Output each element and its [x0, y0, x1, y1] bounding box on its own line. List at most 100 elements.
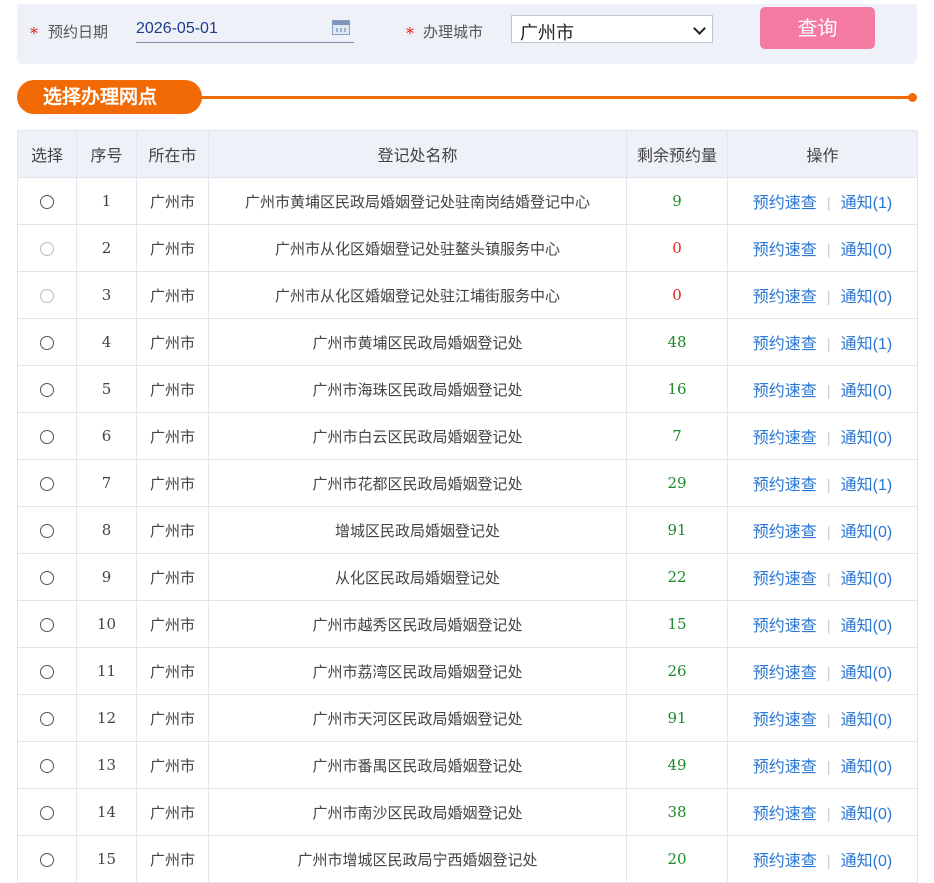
- row-city: 广州市: [136, 506, 209, 554]
- row-city: 广州市: [136, 788, 209, 836]
- date-input[interactable]: [136, 16, 354, 43]
- table-row[interactable]: 4 广州市 广州市黄埔区民政局婚姻登记处 48 预约速查 | 通知(1): [17, 318, 918, 366]
- quick-check-link[interactable]: 预约速查: [753, 759, 817, 776]
- row-remaining: 26: [626, 647, 728, 695]
- notify-link[interactable]: 通知(0): [841, 571, 893, 588]
- row-actions: 预约速查 | 通知(0): [727, 741, 918, 789]
- select-radio[interactable]: [40, 571, 54, 585]
- table-row[interactable]: 2 广州市 广州市从化区婚姻登记处驻鳌头镇服务中心 0 预约速查 | 通知(0): [17, 224, 918, 272]
- link-separator: |: [826, 806, 831, 823]
- notify-link[interactable]: 通知(1): [841, 195, 893, 212]
- row-actions: 预约速查 | 通知(0): [727, 600, 918, 648]
- notify-link[interactable]: 通知(0): [841, 289, 893, 306]
- table-row[interactable]: 11 广州市 广州市荔湾区民政局婚姻登记处 26 预约速查 | 通知(0): [17, 647, 918, 695]
- quick-check-link[interactable]: 预约速查: [753, 665, 817, 682]
- query-button[interactable]: 查询: [760, 7, 875, 49]
- notify-link[interactable]: 通知(0): [841, 759, 893, 776]
- quick-check-link[interactable]: 预约速查: [753, 571, 817, 588]
- row-actions: 预约速查 | 通知(0): [727, 365, 918, 413]
- table-row[interactable]: 7 广州市 广州市花都区民政局婚姻登记处 29 预约速查 | 通知(1): [17, 459, 918, 507]
- quick-check-link[interactable]: 预约速查: [753, 524, 817, 541]
- select-radio[interactable]: [40, 336, 54, 350]
- chevron-down-icon: [693, 22, 706, 35]
- notify-link[interactable]: 通知(0): [841, 524, 893, 541]
- select-cell: [17, 553, 77, 601]
- table-row[interactable]: 9 广州市 从化区民政局婚姻登记处 22 预约速查 | 通知(0): [17, 553, 918, 601]
- row-office-name: 增城区民政局婚姻登记处: [208, 506, 627, 554]
- table-header-row: 选择 序号 所在市 登记处名称 剩余预约量 操作: [17, 130, 918, 178]
- header-select: 选择: [17, 130, 77, 178]
- notify-link[interactable]: 通知(0): [841, 853, 893, 870]
- select-radio[interactable]: [40, 712, 54, 726]
- quick-check-link[interactable]: 预约速查: [753, 477, 817, 494]
- quick-check-link[interactable]: 预约速查: [753, 383, 817, 400]
- row-remaining: 91: [626, 506, 728, 554]
- row-office-name: 广州市黄埔区民政局婚姻登记处驻南岗结婚登记中心: [208, 177, 627, 225]
- row-number: 5: [76, 365, 137, 413]
- notify-link[interactable]: 通知(0): [841, 806, 893, 823]
- notify-link[interactable]: 通知(0): [841, 430, 893, 447]
- select-radio: [40, 242, 54, 256]
- row-actions: 预约速查 | 通知(0): [727, 835, 918, 883]
- row-remaining: 20: [626, 835, 728, 883]
- table-row[interactable]: 6 广州市 广州市白云区民政局婚姻登记处 7 预约速查 | 通知(0): [17, 412, 918, 460]
- table-row[interactable]: 8 广州市 增城区民政局婚姻登记处 91 预约速查 | 通知(0): [17, 506, 918, 554]
- calendar-icon[interactable]: [332, 20, 350, 35]
- select-radio[interactable]: [40, 195, 54, 209]
- notify-link[interactable]: 通知(0): [841, 712, 893, 729]
- office-table: 选择 序号 所在市 登记处名称 剩余预约量 操作 1 广州市 广州市黄埔区民政局婚姻…: [17, 130, 918, 883]
- quick-check-link[interactable]: 预约速查: [753, 712, 817, 729]
- table-row[interactable]: 15 广州市 广州市增城区民政局宁西婚姻登记处 20 预约速查 | 通知(0): [17, 835, 918, 883]
- notify-link[interactable]: 通知(1): [841, 477, 893, 494]
- quick-check-link[interactable]: 预约速查: [753, 618, 817, 635]
- row-number: 13: [76, 741, 137, 789]
- select-radio[interactable]: [40, 477, 54, 491]
- table-row[interactable]: 5 广州市 广州市海珠区民政局婚姻登记处 16 预约速查 | 通知(0): [17, 365, 918, 413]
- quick-check-link[interactable]: 预约速查: [753, 806, 817, 823]
- select-cell: [17, 271, 77, 319]
- select-radio[interactable]: [40, 430, 54, 444]
- row-remaining: 22: [626, 553, 728, 601]
- link-separator: |: [826, 289, 831, 306]
- city-select[interactable]: 广州市: [511, 15, 713, 43]
- notify-link[interactable]: 通知(0): [841, 665, 893, 682]
- notify-link[interactable]: 通知(0): [841, 242, 893, 259]
- notify-link[interactable]: 通知(1): [841, 336, 893, 353]
- quick-check-link[interactable]: 预约速查: [753, 289, 817, 306]
- notify-link[interactable]: 通知(0): [841, 383, 893, 400]
- select-radio[interactable]: [40, 759, 54, 773]
- table-row[interactable]: 3 广州市 广州市从化区婚姻登记处驻江埔街服务中心 0 预约速查 | 通知(0): [17, 271, 918, 319]
- quick-check-link[interactable]: 预约速查: [753, 336, 817, 353]
- row-office-name: 广州市番禺区民政局婚姻登记处: [208, 741, 627, 789]
- select-radio[interactable]: [40, 806, 54, 820]
- table-row[interactable]: 12 广州市 广州市天河区民政局婚姻登记处 91 预约速查 | 通知(0): [17, 694, 918, 742]
- select-radio[interactable]: [40, 524, 54, 538]
- row-actions: 预约速查 | 通知(0): [727, 788, 918, 836]
- quick-check-link[interactable]: 预约速查: [753, 242, 817, 259]
- header-city: 所在市: [136, 130, 209, 178]
- table-row[interactable]: 13 广州市 广州市番禺区民政局婚姻登记处 49 预约速查 | 通知(0): [17, 741, 918, 789]
- table-row[interactable]: 1 广州市 广州市黄埔区民政局婚姻登记处驻南岗结婚登记中心 9 预约速查 | 通知(1): [17, 177, 918, 225]
- select-radio[interactable]: [40, 383, 54, 397]
- row-number: 2: [76, 224, 137, 272]
- row-remaining: 38: [626, 788, 728, 836]
- table-row[interactable]: 10 广州市 广州市越秀区民政局婚姻登记处 15 预约速查 | 通知(0): [17, 600, 918, 648]
- row-actions: 预约速查 | 通知(1): [727, 318, 918, 366]
- table-row[interactable]: 14 广州市 广州市南沙区民政局婚姻登记处 38 预约速查 | 通知(0): [17, 788, 918, 836]
- search-form: * 预约日期 * 办理城市 广州市 查询: [17, 4, 917, 64]
- select-cell: [17, 318, 77, 366]
- quick-check-link[interactable]: 预约速查: [753, 853, 817, 870]
- select-radio: [40, 289, 54, 303]
- quick-check-link[interactable]: 预约速查: [753, 195, 817, 212]
- link-separator: |: [826, 853, 831, 870]
- select-radio[interactable]: [40, 665, 54, 679]
- row-city: 广州市: [136, 318, 209, 366]
- row-office-name: 广州市越秀区民政局婚姻登记处: [208, 600, 627, 648]
- select-radio[interactable]: [40, 618, 54, 632]
- select-radio[interactable]: [40, 853, 54, 867]
- notify-link[interactable]: 通知(0): [841, 618, 893, 635]
- quick-check-link[interactable]: 预约速查: [753, 430, 817, 447]
- row-city: 广州市: [136, 835, 209, 883]
- row-actions: 预约速查 | 通知(0): [727, 647, 918, 695]
- row-city: 广州市: [136, 553, 209, 601]
